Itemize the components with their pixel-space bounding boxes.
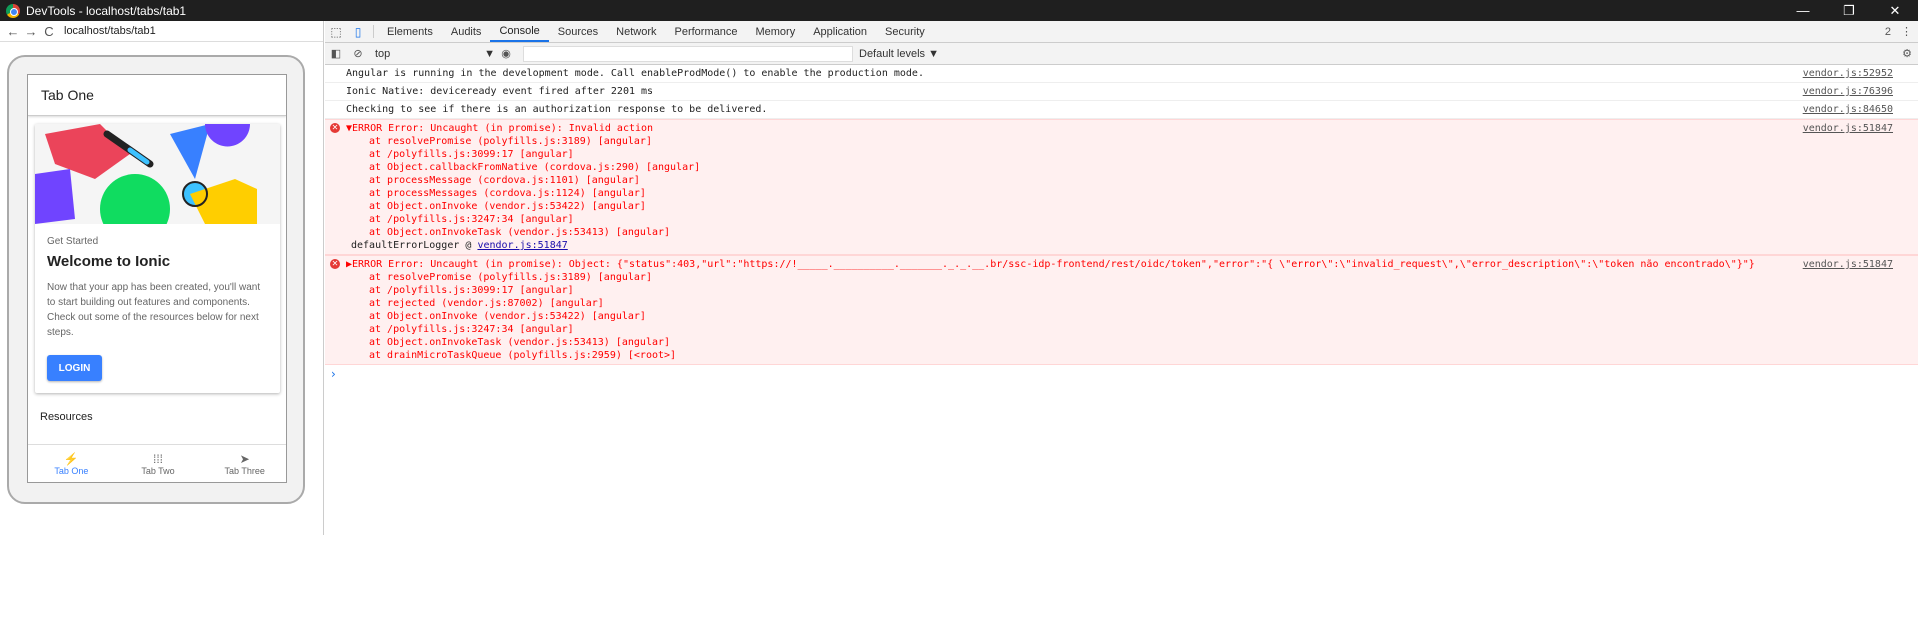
card-title: Welcome to Ionic [47, 253, 171, 270]
stack-line: at Object.onInvokeTask (vendor.js:53413)… [369, 227, 671, 238]
source-link[interactable]: vendor.js:51847 [1803, 258, 1893, 271]
stack-line: at Object.onInvoke (vendor.js:53422) [an… [369, 311, 646, 322]
stack-line: at processMessage (cordova.js:1101) [ang… [369, 175, 640, 186]
app-tab-bar: ⚡ Tab One ⁞⁞⁞ Tab Two ➤ Tab Three [28, 444, 286, 482]
devtools-right-controls: 2 ⋮ [1875, 21, 1918, 42]
stack-line: at /polyfills.js:3247:34 [angular] [369, 324, 574, 335]
logger-label: defaultErrorLogger @ [351, 240, 472, 251]
tab-security[interactable]: Security [876, 21, 934, 42]
tab-elements[interactable]: Elements [378, 21, 442, 42]
log-message: Angular is running in the development mo… [325, 65, 1918, 83]
card-subtitle: Get Started [47, 236, 99, 247]
app-toolbar: Tab One [28, 75, 286, 116]
context-select[interactable]: top ▼ [375, 48, 495, 60]
stack-line: at Object.onInvoke (vendor.js:53422) [an… [369, 201, 646, 212]
device-emulator-pane: ← → C localhost/tabs/tab1 Tab One Get St… [0, 21, 324, 535]
login-button[interactable]: LOGIN [47, 355, 102, 381]
stack-line: at Object.callbackFromNative (cordova.js… [369, 162, 701, 173]
source-link[interactable]: vendor.js:52952 [1803, 67, 1893, 80]
close-button[interactable]: ✕ [1872, 0, 1918, 21]
source-link[interactable]: vendor.js:51847 [1803, 122, 1893, 135]
window-controls: — ❐ ✕ [1780, 0, 1918, 21]
stack-line: at drainMicroTaskQueue (polyfills.js:295… [369, 350, 677, 361]
tab-one[interactable]: ⚡ Tab One [28, 445, 115, 482]
tab-performance[interactable]: Performance [666, 21, 747, 42]
tab-label: Tab One [54, 465, 89, 476]
stack-line: at resolvePromise (polyfills.js:3189) [a… [369, 272, 652, 283]
gear-icon[interactable]: ⚙ [1896, 47, 1918, 60]
stack-line: at /polyfills.js:3099:17 [angular] [369, 149, 574, 160]
log-text: Checking to see if there is an authoriza… [346, 104, 768, 115]
flash-icon: ⚡ [63, 451, 79, 466]
error-message: ✕ ▼ERROR Error: Uncaught (in promise): I… [325, 119, 1918, 255]
stack-line: at rejected (vendor.js:87002) [angular] [369, 298, 604, 309]
chrome-icon [6, 3, 20, 18]
page-title: Tab One [41, 87, 94, 103]
clear-console-icon[interactable]: ⊘ [347, 47, 369, 60]
error-message: ✕ ▶ERROR Error: Uncaught (in promise): O… [325, 255, 1918, 365]
console-log: Angular is running in the development mo… [325, 65, 1918, 381]
resources-label: Resources [40, 411, 93, 423]
tab-network[interactable]: Network [607, 21, 665, 42]
sidebar-toggle-icon[interactable]: ◧ [325, 47, 347, 60]
divider [373, 25, 374, 38]
log-message: Ionic Native: deviceready event fired af… [325, 83, 1918, 101]
log-message: Checking to see if there is an authoriza… [325, 101, 1918, 119]
eye-icon[interactable]: ◉ [495, 47, 517, 60]
inspect-element-icon[interactable]: ⬚ [325, 21, 347, 42]
tab-application[interactable]: Application [804, 21, 876, 42]
url-text[interactable]: localhost/tabs/tab1 [64, 25, 156, 37]
tab-console[interactable]: Console [490, 21, 549, 42]
stack-line: at resolvePromise (polyfills.js:3189) [a… [369, 136, 652, 147]
issue-count[interactable]: 2 [1885, 26, 1891, 38]
address-bar: ← → C localhost/tabs/tab1 [0, 21, 323, 42]
reload-icon[interactable]: C [40, 24, 58, 39]
device-screen: Tab One Get Started Welcome to Ionic Now… [27, 74, 287, 483]
stack-line: at processMessages (cordova.js:1124) [an… [369, 188, 646, 199]
window-title: DevTools - localhost/tabs/tab1 [26, 3, 187, 18]
apps-icon: ⁞⁞⁞ [153, 451, 164, 466]
error-headline[interactable]: ▼ERROR Error: Uncaught (in promise): Inv… [346, 122, 1918, 135]
tab-memory[interactable]: Memory [746, 21, 804, 42]
back-icon[interactable]: ← [4, 24, 22, 39]
error-logger: defaultErrorLogger @ vendor.js:51847 [346, 239, 1918, 252]
filter-input[interactable] [523, 45, 853, 62]
tab-three[interactable]: ➤ Tab Three [201, 445, 286, 482]
more-options-icon[interactable]: ⋮ [1901, 25, 1912, 38]
card-body: Now that your app has been created, you'… [47, 282, 261, 338]
stack-line: at /polyfills.js:3099:17 [angular] [369, 285, 574, 296]
stack-line: at Object.onInvokeTask (vendor.js:53413)… [369, 337, 671, 348]
error-icon: ✕ [330, 259, 340, 269]
log-text: Ionic Native: deviceready event fired af… [346, 86, 654, 97]
tab-two[interactable]: ⁞⁞⁞ Tab Two [115, 445, 202, 482]
forward-icon[interactable]: → [22, 24, 40, 39]
send-icon: ➤ [239, 451, 250, 466]
tab-label: Tab Three [224, 465, 265, 476]
console-toolbar: ◧ ⊘ top ▼ ◉ Default levels ▼ ⚙ [325, 43, 1918, 65]
error-icon: ✕ [330, 123, 340, 133]
window-titlebar: DevTools - localhost/tabs/tab1 — ❐ ✕ [0, 0, 1918, 21]
welcome-card: Get Started Welcome to Ionic Now that yo… [35, 124, 280, 393]
tab-audits[interactable]: Audits [442, 21, 491, 42]
context-value: top [375, 47, 391, 60]
source-link[interactable]: vendor.js:84650 [1803, 103, 1893, 116]
log-levels-select[interactable]: Default levels ▼ [859, 48, 939, 60]
tab-label: Tab Two [141, 465, 175, 476]
tab-sources[interactable]: Sources [549, 21, 607, 42]
error-headline[interactable]: ▶ERROR Error: Uncaught (in promise): Obj… [346, 258, 1918, 271]
card-illustration [35, 124, 280, 224]
stack-line: at /polyfills.js:3247:34 [angular] [369, 214, 574, 225]
chevron-down-icon: ▼ [484, 47, 495, 60]
logger-link[interactable]: vendor.js:51847 [477, 240, 567, 251]
log-text: Angular is running in the development mo… [346, 68, 924, 79]
restore-button[interactable]: ❐ [1826, 0, 1872, 21]
devtools-tabbar: ⬚ ▯ Elements Audits Console Sources Netw… [325, 21, 1918, 43]
devtools-pane: ⬚ ▯ Elements Audits Console Sources Netw… [325, 21, 1918, 535]
device-frame: Tab One Get Started Welcome to Ionic Now… [7, 55, 305, 504]
source-link[interactable]: vendor.js:76396 [1803, 85, 1893, 98]
console-prompt[interactable]: › [325, 365, 1918, 381]
device-toolbar-icon[interactable]: ▯ [347, 21, 369, 42]
minimize-button[interactable]: — [1780, 0, 1826, 21]
